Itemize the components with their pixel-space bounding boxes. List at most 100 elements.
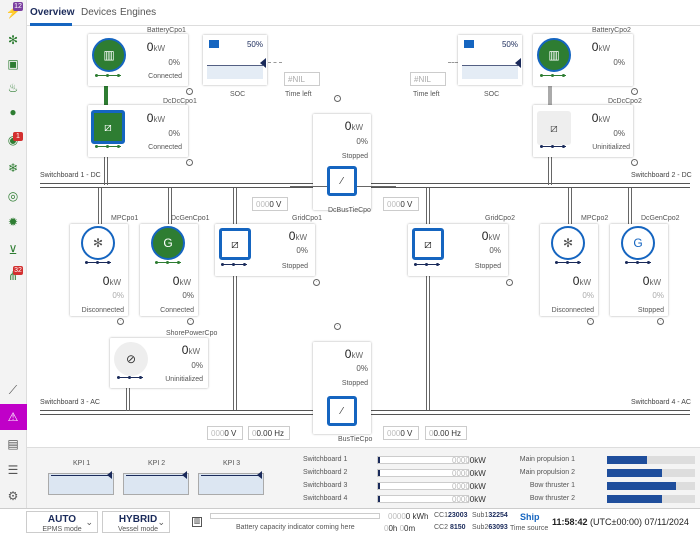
dcgen2-link <box>628 188 632 224</box>
energy-kwh: 00000 kWh <box>388 512 428 521</box>
vessel-mode-selector[interactable]: HYBRID Vessel mode ⌄ <box>102 511 170 533</box>
grid1-name: GridCpo1 <box>292 215 322 222</box>
cc1-label: CC1 <box>434 512 449 519</box>
battery1-port <box>95 74 121 78</box>
mp2-kw-unit: kW <box>579 278 591 287</box>
dcgen1-pct-unit: % <box>186 291 194 300</box>
ac-frequency-left: 00.00 Hz <box>248 426 290 440</box>
dcdc1-settings-icon[interactable]: · <box>186 159 193 166</box>
grid1-settings-icon[interactable]: · <box>313 279 320 286</box>
dcgen2-icon[interactable]: G <box>621 226 655 260</box>
tab-overview[interactable]: Overview <box>30 7 74 18</box>
soc-right-label: SOC <box>484 91 500 98</box>
switchboard-2-load-kw: 0kW <box>469 469 486 478</box>
shore-icon[interactable]: ⊘ <box>114 342 148 376</box>
mp2-settings-icon[interactable]: · <box>587 318 594 325</box>
mp1-icon[interactable]: ✻ <box>81 226 115 260</box>
dcdc1-icon[interactable]: ⧄ <box>91 110 125 144</box>
dcdc1-pct-unit: % <box>172 129 180 138</box>
battery1-kw-unit: kW <box>153 44 165 53</box>
ring-icon[interactable]: ◎ <box>5 188 21 204</box>
dcgen2-kw: 0kW <box>631 274 661 288</box>
tab-underline <box>30 23 72 26</box>
main-propulsion-2-fill <box>607 469 662 477</box>
soc-right-box[interactable]: 50% <box>458 35 522 85</box>
grid1-icon[interactable]: ⧄ <box>219 228 251 260</box>
shore-status: Uninitialized <box>165 376 203 383</box>
fan-icon[interactable]: ✻ <box>5 32 21 48</box>
snowflake-icon[interactable]: ❄ <box>5 160 21 176</box>
soc-left-box[interactable]: 50% <box>203 35 267 85</box>
mp1-port <box>85 261 111 265</box>
dcdc1-pct: 0% <box>152 129 180 138</box>
soc-left-dash <box>268 62 282 63</box>
switchboard-1-load-dim: 0000 <box>452 456 470 465</box>
gear-icon[interactable]: ⚙ <box>5 488 21 504</box>
cc2-label: CC2 <box>434 524 449 531</box>
epms-mode-selector[interactable]: AUTO EPMS mode ⌄ <box>26 511 98 533</box>
sub2-counter: Sub263093 <box>472 524 508 531</box>
converter-icon: ⧄ <box>550 120 558 135</box>
dcbustie-kw-unit: kW <box>351 123 363 132</box>
mp1-kw-unit: kW <box>109 278 121 287</box>
kpi-1-label: KPI 1 <box>73 460 91 467</box>
tank-icon[interactable]: ● <box>5 104 21 120</box>
grid2-settings-icon[interactable]: · <box>506 279 513 286</box>
document-icon[interactable]: ▤ <box>5 436 21 452</box>
rail-badge-net: 32 <box>13 266 23 275</box>
switchboard-2-label: Switchboard 2 - DC <box>631 172 692 179</box>
time-left-left: #NIL <box>284 72 320 86</box>
valve-icon[interactable]: ⊻ <box>5 242 21 258</box>
battery2-icon[interactable]: ▥ <box>537 38 571 72</box>
dcgen1-icon[interactable]: G <box>151 226 185 260</box>
grid2-icon[interactable]: ⧄ <box>412 228 444 260</box>
battery-icon <box>209 40 219 48</box>
ac-voltage-left: 0000 V <box>207 426 243 440</box>
main-propulsion-2-bar <box>607 469 695 477</box>
dcbustie-settings-icon[interactable]: · <box>334 95 341 102</box>
bustie-breaker[interactable]: ⁄ <box>327 396 357 426</box>
dcdc2-icon[interactable]: ⧄ <box>537 111 571 145</box>
dcbustie-breaker[interactable]: ⁄ <box>327 166 357 196</box>
switchboard-1-load-value: 00000kW <box>452 456 486 465</box>
battery-indicator-icon: ▥ <box>192 517 202 527</box>
dcgen1-settings-icon[interactable]: · <box>187 318 194 325</box>
switchboard-4-load-value: 00000kW <box>452 495 486 504</box>
dcgen2-settings-icon[interactable]: · <box>657 318 664 325</box>
kpi-3-gauge[interactable] <box>198 471 264 495</box>
time-source-value[interactable]: Ship <box>520 512 540 522</box>
grid1-kw: 0kW <box>277 229 307 243</box>
battery2-kw-unit: kW <box>598 44 610 53</box>
dcdc1-kw: 0kW <box>135 111 165 125</box>
switchboard-1-label: Switchboard 1 - DC <box>40 172 101 179</box>
dcdc2-status: Uninitialized <box>592 144 630 151</box>
mp2-kw: 0kW <box>561 274 591 288</box>
cc1-value: 23003 <box>448 512 468 519</box>
dcdc1-status: Connected <box>148 144 182 151</box>
bulb-icon[interactable]: ✹ <box>5 214 21 230</box>
grid1-pct: 0% <box>280 246 308 255</box>
battery1-settings-icon[interactable]: · <box>186 88 193 95</box>
battery-icon <box>464 40 474 48</box>
dcdc2-settings-icon[interactable]: · <box>631 159 638 166</box>
chart-icon[interactable]: ⟋ <box>5 382 21 398</box>
bustie-settings-icon[interactable]: · <box>334 323 341 330</box>
battery1-icon[interactable]: ▥ <box>92 38 126 72</box>
kpi-1-gauge[interactable] <box>48 471 114 495</box>
list-icon[interactable]: ☰ <box>5 462 21 478</box>
battery2-settings-icon[interactable]: · <box>631 88 638 95</box>
tab-devices[interactable]: Devices <box>81 7 117 18</box>
battery1-pct: 0% <box>152 58 180 67</box>
cabinet-icon[interactable]: ▣ <box>5 56 21 72</box>
kpi-2-gauge[interactable] <box>123 471 189 495</box>
mp2-icon[interactable]: ✻ <box>551 226 585 260</box>
alarm-icon[interactable]: ⚠ <box>5 409 21 425</box>
generator-icon: G <box>633 236 643 250</box>
mp1-settings-icon[interactable]: · <box>117 318 124 325</box>
fan-icon: ✻ <box>562 236 574 250</box>
left-rail: ⚡ 12 ✻ ▣ ♨ ● ◉ 1 ❄ ◎ ✹ ⊻ ⋔ 32 ⟋ ⚠ ▤ ☰ ⚙ <box>0 0 27 534</box>
battery1-pct-unit: % <box>172 58 180 67</box>
flame-icon[interactable]: ♨ <box>5 80 21 96</box>
tab-engines[interactable]: Engines <box>120 7 156 18</box>
chevron-down-icon: ⌄ <box>85 517 93 527</box>
